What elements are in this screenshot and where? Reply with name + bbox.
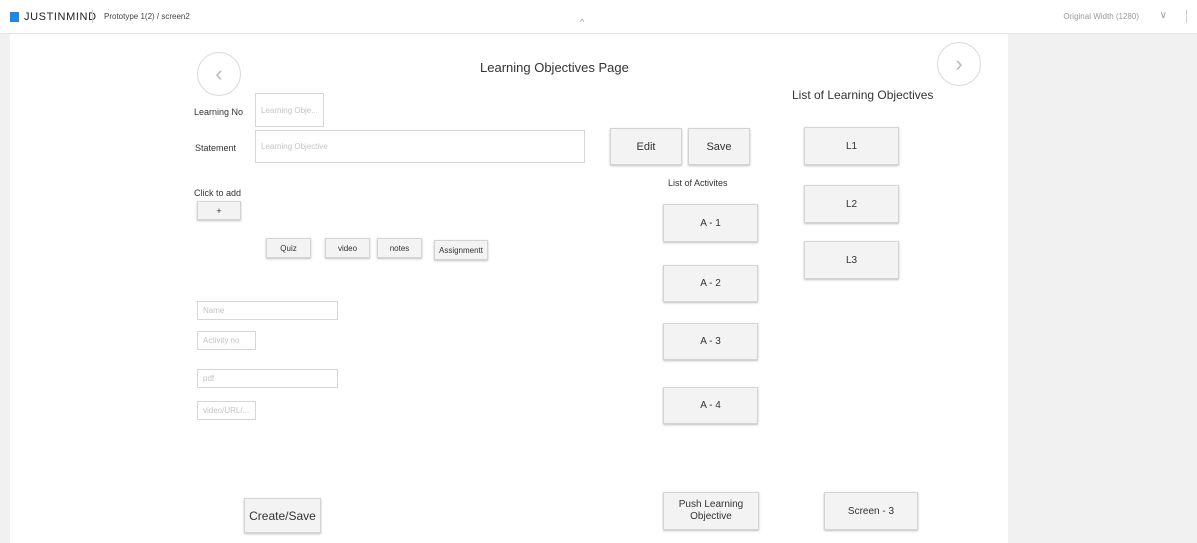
divider xyxy=(92,10,93,23)
pdf-input[interactable] xyxy=(197,369,338,388)
objective-item[interactable]: L2 xyxy=(804,185,899,223)
edit-button[interactable]: Edit xyxy=(610,128,682,165)
activity-item[interactable]: A - 1 xyxy=(663,204,758,242)
add-activity-button[interactable]: + xyxy=(197,201,241,220)
previous-screen-button[interactable]: ‹ xyxy=(197,52,241,96)
divider xyxy=(1186,10,1187,23)
learning-no-input[interactable] xyxy=(255,93,324,127)
url-input[interactable] xyxy=(197,401,256,420)
prototype-canvas: Learning Objectives Page ‹ › Learning No… xyxy=(10,34,1008,543)
brand-name: JUSTINMIND xyxy=(24,11,97,23)
chevron-right-icon: › xyxy=(955,51,963,76)
objective-item[interactable]: L1 xyxy=(804,127,899,165)
push-objective-button[interactable]: Push Learning Objective xyxy=(663,492,759,530)
activity-no-input[interactable] xyxy=(197,331,256,350)
notes-button[interactable]: notes xyxy=(377,238,422,258)
learning-no-label: Learning No xyxy=(194,107,244,117)
activity-item[interactable]: A - 3 xyxy=(663,323,758,360)
create-save-button[interactable]: Create/Save xyxy=(244,498,321,533)
chevron-left-icon: ‹ xyxy=(215,61,223,86)
save-button[interactable]: Save xyxy=(688,128,750,165)
screen-3-button[interactable]: Screen - 3 xyxy=(824,492,918,530)
breadcrumb[interactable]: Prototype 1(2) / screen2 xyxy=(104,12,190,21)
objective-item[interactable]: L3 xyxy=(804,241,899,279)
name-input[interactable] xyxy=(197,301,338,320)
statement-input[interactable] xyxy=(255,130,585,163)
video-button[interactable]: video xyxy=(325,238,370,258)
brand-logo[interactable]: JUSTINMIND xyxy=(10,11,97,23)
objectives-list-title: List of Learning Objectives xyxy=(792,88,934,102)
statement-label: Statement xyxy=(195,143,237,153)
assignment-button[interactable]: Assignmentt xyxy=(434,240,488,260)
next-screen-button[interactable]: › xyxy=(937,42,981,86)
width-select[interactable]: Original Width (1280) xyxy=(1063,12,1139,21)
activities-list-title: List of Activites xyxy=(668,178,728,188)
page-title: Learning Objectives Page xyxy=(480,60,629,75)
activity-item[interactable]: A - 2 xyxy=(663,265,758,302)
quiz-button[interactable]: Quiz xyxy=(266,238,311,258)
activity-item[interactable]: A - 4 xyxy=(663,387,758,424)
brand-mark-icon xyxy=(10,12,19,22)
top-toolbar: JUSTINMIND Prototype 1(2) / screen2 ^ Or… xyxy=(0,0,1197,34)
chevron-down-icon[interactable]: ∨ xyxy=(1160,10,1167,21)
collapse-toolbar-icon[interactable]: ^ xyxy=(580,18,584,27)
click-to-add-label: Click to add xyxy=(194,188,242,198)
